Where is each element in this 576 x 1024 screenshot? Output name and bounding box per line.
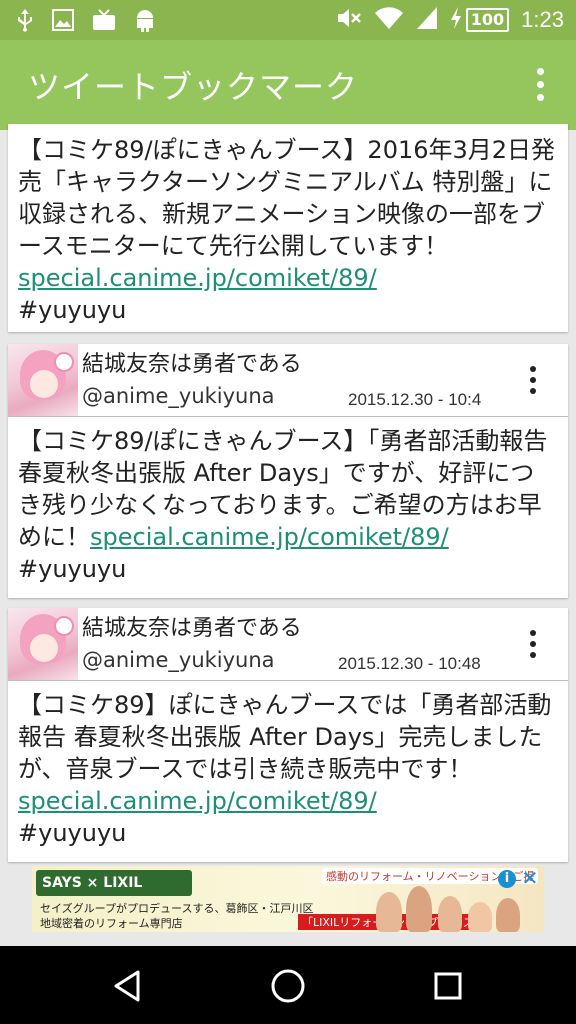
tweet-body: 【コミケ89】ぽにきゃんブースでは「勇者部活動報告 春夏秋冬出張版 After … [8, 681, 568, 859]
ad-logo: SAYS × LIXIL [36, 870, 192, 896]
android-icon [134, 8, 156, 32]
user-handle: @anime_yukiyuna [82, 648, 275, 672]
avatar[interactable] [8, 344, 78, 416]
ad-image [372, 884, 522, 932]
home-icon[interactable] [268, 966, 308, 1006]
mute-icon [336, 6, 362, 34]
charging-icon [450, 7, 462, 33]
tweet-link[interactable]: special.canime.jp/comiket/89/ [18, 787, 377, 815]
battery-level: 100 [465, 8, 510, 32]
back-icon[interactable] [108, 966, 148, 1006]
user-name: 結城友奈は勇者である [82, 616, 302, 641]
tweet-card[interactable]: 結城友奈は勇者である @anime_yukiyuna 2015.12.30 - … [8, 608, 568, 862]
battery-indicator: 100 [450, 7, 510, 33]
tweet-text: 【コミケ89/ぽにきゃんブース】2016年3月2日発売「キャラクターソングミニア… [18, 136, 556, 260]
tweet-date: 2015.12.30 - 10:48 [338, 654, 481, 673]
tweet-date: 2015.12.30 - 10:4 [348, 390, 482, 409]
tv-icon [92, 9, 116, 31]
tweet-body: 【コミケ89/ぽにきゃんブース】「勇者部活動報告 春夏秋冬出張版 After D… [8, 417, 568, 595]
tweet-text: 【コミケ89】ぽにきゃんブースでは「勇者部活動報告 春夏秋冬出張版 After … [18, 691, 552, 783]
signal-icon [416, 6, 438, 34]
navigation-bar [0, 946, 576, 1024]
tweet-header: 結城友奈は勇者である @anime_yukiyuna 2015.12.30 - … [8, 344, 568, 417]
wifi-icon [374, 6, 404, 34]
tweet-body: 【コミケ89/ぽにきゃんブース】2016年3月2日発売「キャラクターソングミニア… [8, 124, 568, 336]
tweet-link[interactable]: special.canime.jp/comiket/89/ [90, 523, 449, 551]
user-handle: @anime_yukiyuna [82, 384, 275, 408]
tweet-hashtag[interactable]: #yuyuyu [18, 296, 126, 324]
info-icon[interactable]: i [498, 870, 516, 888]
avatar[interactable] [8, 608, 78, 680]
recents-icon[interactable] [428, 966, 468, 1006]
usb-icon [16, 8, 34, 32]
ad-text: 地域密着のリフォーム専門店 [40, 917, 183, 930]
image-icon [52, 9, 74, 31]
clock: 1:23 [521, 7, 564, 32]
close-icon[interactable]: ✕ [520, 868, 540, 888]
overflow-menu-icon[interactable] [532, 68, 548, 104]
status-bar: 100 1:23 [0, 0, 576, 40]
tweet-header: 結城友奈は勇者である @anime_yukiyuna 2015.12.30 - … [8, 608, 568, 681]
tweet-link[interactable]: special.canime.jp/comiket/89/ [18, 264, 377, 292]
tweet-card[interactable]: 【コミケ89/ぽにきゃんブース】2016年3月2日発売「キャラクターソングミニア… [8, 124, 568, 332]
app-bar: ツイートブックマーク [0, 40, 576, 130]
tweet-hashtag[interactable]: #yuyuyu [18, 555, 126, 583]
user-name: 結城友奈は勇者である [82, 352, 302, 377]
ad-text: セイズグループがプロデュースする、葛飾区・江戸川区 [40, 902, 314, 915]
more-vert-icon[interactable] [528, 366, 538, 396]
ad-banner[interactable]: SAYS × LIXIL 感動のリフォーム・リノベーションをご提 セイズグループ… [32, 866, 544, 932]
tweet-card[interactable]: 結城友奈は勇者である @anime_yukiyuna 2015.12.30 - … [8, 344, 568, 598]
more-vert-icon[interactable] [528, 630, 538, 660]
tweet-hashtag[interactable]: #yuyuyu [18, 819, 126, 847]
app-title: ツイートブックマーク [28, 68, 359, 106]
